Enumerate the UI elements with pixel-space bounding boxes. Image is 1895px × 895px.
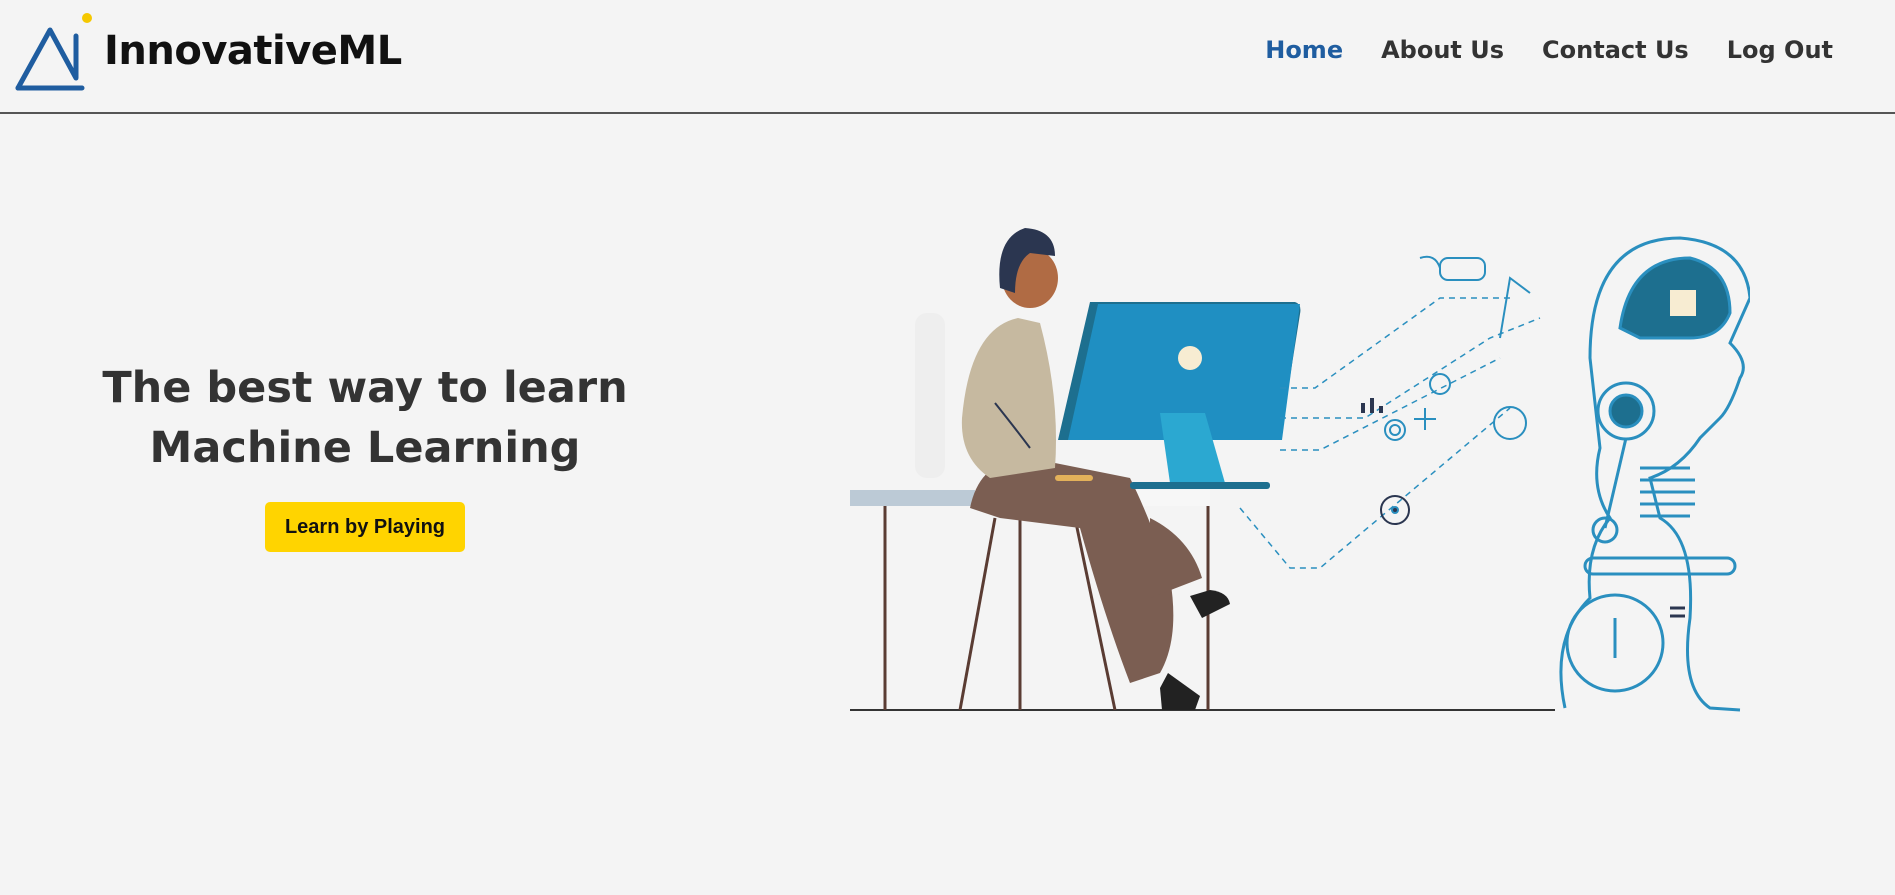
hero-title-line1: The best way to learn bbox=[102, 363, 628, 413]
hero-section: The best way to learn Machine Learning L… bbox=[100, 358, 630, 552]
desk-left bbox=[850, 490, 975, 506]
nav-contact-link[interactable]: Contact Us bbox=[1542, 36, 1689, 64]
chair-back bbox=[915, 313, 945, 478]
nav-about-link[interactable]: About Us bbox=[1381, 36, 1504, 64]
site-header: InnovativeML Home About Us Contact Us Lo… bbox=[0, 0, 1895, 114]
tech-icons bbox=[1361, 255, 1531, 525]
hero-illustration bbox=[850, 228, 1750, 712]
computer-monitor bbox=[1058, 302, 1301, 489]
hero-title-line2: Machine Learning bbox=[149, 423, 581, 473]
brand-logo[interactable]: InnovativeML bbox=[12, 10, 402, 92]
logo-triangle-icon bbox=[15, 13, 92, 91]
main-nav: Home About Us Contact Us Log Out bbox=[1265, 36, 1833, 64]
brand-name: InnovativeML bbox=[104, 28, 402, 74]
hero-title: The best way to learn Machine Learning bbox=[100, 358, 630, 478]
nav-home-link[interactable]: Home bbox=[1265, 36, 1343, 64]
learn-by-playing-button[interactable]: Learn by Playing bbox=[264, 502, 466, 552]
nav-logout-link[interactable]: Log Out bbox=[1727, 36, 1833, 64]
ai-robot-head-illustration bbox=[1559, 236, 1750, 712]
